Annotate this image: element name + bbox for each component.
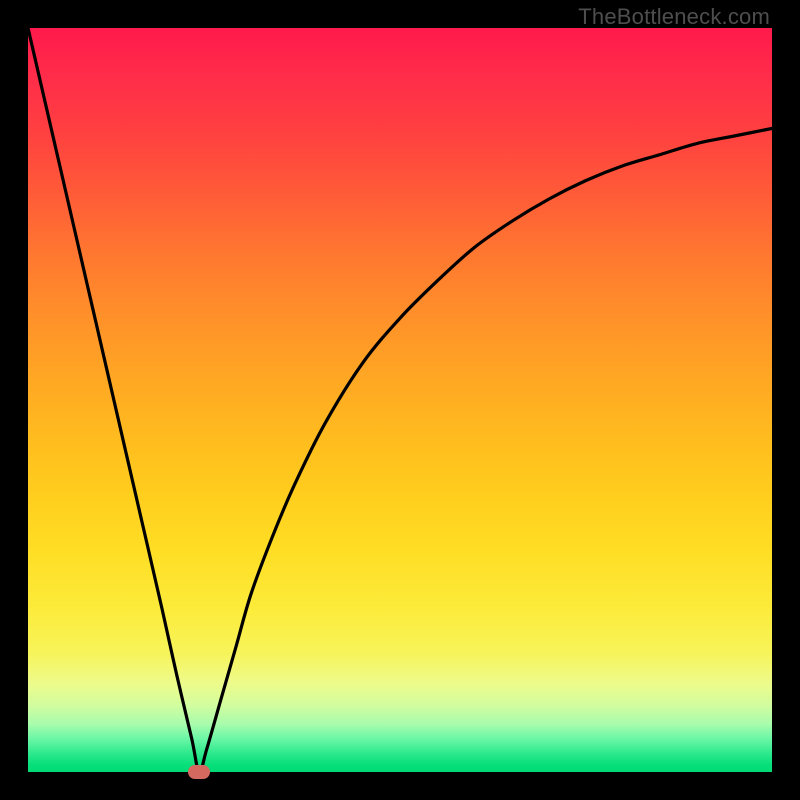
attribution-label: TheBottleneck.com: [578, 4, 770, 30]
bottleneck-curve: [28, 28, 772, 772]
chart-frame: TheBottleneck.com: [0, 0, 800, 800]
curve-path: [28, 28, 772, 772]
minimum-marker: [188, 765, 210, 779]
chart-plot-area: [28, 28, 772, 772]
